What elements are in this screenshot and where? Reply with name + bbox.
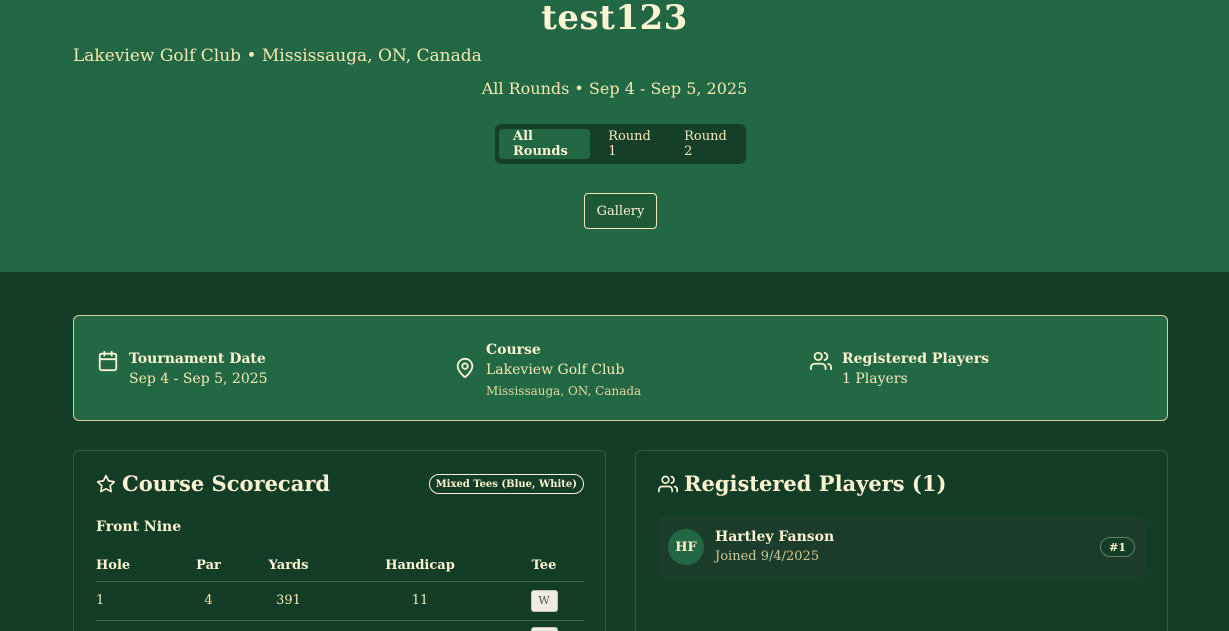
- avatar: HF: [668, 529, 704, 565]
- tournament-title: test123: [541, 0, 688, 38]
- cell-hole: 1: [96, 581, 176, 621]
- player-name: Hartley Fanson: [715, 529, 835, 545]
- gallery-button[interactable]: Gallery: [584, 193, 657, 229]
- info-players-label: Registered Players: [842, 351, 990, 367]
- info-course: Course Lakeview Golf Club Mississauga, O…: [454, 340, 641, 402]
- tee-chip: [530, 626, 558, 631]
- tab-all-rounds[interactable]: All Rounds: [499, 129, 591, 159]
- info-date-value: Sep 4 - Sep 5, 2025: [129, 371, 268, 387]
- info-registered-players: Registered Players 1 Players: [810, 349, 989, 389]
- cell-handicap: [336, 620, 504, 631]
- cell-tee: W: [504, 581, 584, 621]
- list-item[interactable]: HF Hartley Fanson Joined 9/4/2025 #1: [658, 517, 1146, 577]
- table-row: 1 4 391 11 W: [96, 581, 584, 621]
- cell-par: 4: [176, 581, 241, 621]
- star-icon: [96, 474, 116, 492]
- players-panel-title-text: Registered Players (1): [684, 471, 947, 496]
- info-tournament-date: Tournament Date Sep 4 - Sep 5, 2025: [97, 349, 268, 389]
- players-panel-title: Registered Players (1): [658, 471, 946, 496]
- header-handicap: Handicap: [336, 551, 504, 582]
- cell-yards: [241, 620, 336, 631]
- cell-tee: [504, 620, 584, 631]
- calendar-icon: [97, 350, 119, 372]
- header-yards: Yards: [241, 551, 336, 582]
- rounds-date-summary: All Rounds • Sep 4 - Sep 5, 2025: [481, 79, 748, 98]
- table-header-row: Hole Par Yards Handicap Tee: [96, 551, 584, 582]
- tee-chip: W: [530, 589, 558, 612]
- table-row: [96, 620, 584, 631]
- info-course-label: Course: [486, 342, 541, 358]
- cell-yards: 391: [241, 581, 336, 621]
- map-pin-icon: [454, 357, 476, 379]
- header-par: Par: [176, 551, 241, 582]
- info-course-value: Lakeview Golf Club: [486, 362, 625, 378]
- info-date-label: Tournament Date: [129, 351, 266, 367]
- tournament-info-card: Tournament Date Sep 4 - Sep 5, 2025 Cour…: [73, 315, 1168, 421]
- registered-players-panel: Registered Players (1) HF Hartley Fanson…: [635, 450, 1168, 631]
- tournament-location: Lakeview Golf Club • Mississauga, ON, Ca…: [73, 46, 482, 66]
- cell-par: [176, 620, 241, 631]
- cell-handicap: 11: [336, 581, 504, 621]
- hero-header: test123 Lakeview Golf Club • Mississauga…: [0, 0, 1229, 272]
- cell-hole: [96, 620, 176, 631]
- scorecard-table: Hole Par Yards Handicap Tee 1 4 391 11 W: [96, 551, 584, 631]
- tab-round-1[interactable]: Round 1: [594, 129, 666, 159]
- header-tee: Tee: [504, 551, 584, 582]
- tab-round-2[interactable]: Round 2: [670, 129, 742, 159]
- scorecard-title-text: Course Scorecard: [122, 471, 331, 496]
- player-rank-badge: #1: [1100, 537, 1135, 557]
- info-players-value: 1 Players: [842, 371, 908, 387]
- users-icon: [658, 475, 678, 492]
- front-nine-heading: Front Nine: [96, 519, 182, 535]
- scorecard-title: Course Scorecard: [96, 471, 330, 496]
- header-hole: Hole: [96, 551, 176, 582]
- round-tabs: All Rounds Round 1 Round 2: [495, 124, 746, 164]
- course-scorecard-panel: Course Scorecard Mixed Tees (Blue, White…: [73, 450, 606, 631]
- player-joined-date: Joined 9/4/2025: [715, 549, 820, 564]
- users-icon: [810, 350, 832, 372]
- tee-set-badge: Mixed Tees (Blue, White): [428, 474, 584, 494]
- info-course-location: Mississauga, ON, Canada: [486, 384, 642, 398]
